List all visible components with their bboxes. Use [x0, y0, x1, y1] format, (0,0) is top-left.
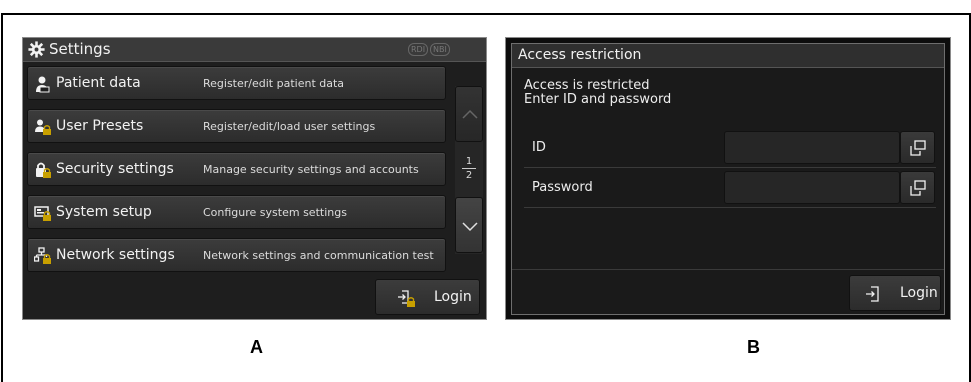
menu-item-description: Register/edit patient data	[203, 77, 345, 90]
page-divider	[462, 168, 476, 169]
password-field-row: Password	[524, 168, 936, 208]
scroll-up-button[interactable]	[455, 86, 483, 142]
menu-item-description: Register/edit/load user settings	[203, 120, 376, 133]
keyboard-popup-icon	[910, 180, 926, 196]
footer-divider	[512, 269, 944, 270]
menu-item-patient-data[interactable]: Patient data Register/edit patient data	[27, 66, 446, 100]
access-title: Access restriction	[518, 47, 642, 63]
current-page: 1	[465, 156, 473, 167]
settings-title: Settings	[49, 40, 111, 58]
menu-item-label: Patient data	[56, 75, 141, 91]
keyboard-popup-icon	[910, 140, 926, 156]
menu-item-description: Network settings and communication test	[203, 249, 434, 262]
access-title-bar: Access restriction	[512, 44, 944, 68]
login-label: Login	[900, 285, 938, 301]
menu-item-network-settings[interactable]: Network settings Network settings and co…	[27, 238, 446, 272]
access-restriction-panel: Access restriction Access is restricted …	[505, 37, 951, 320]
total-pages: 2	[465, 170, 473, 181]
gear-icon	[28, 41, 45, 58]
rdi-mode-badge: RDI	[408, 43, 429, 56]
settings-panel: Settings RDI NBI Patient data Register/e…	[22, 37, 487, 320]
id-input[interactable]	[724, 131, 900, 164]
page-indicator: 1 2	[455, 156, 483, 181]
settings-title-bar: Settings RDI NBI	[23, 38, 486, 62]
menu-item-security-settings[interactable]: Security settings Manage security settin…	[27, 152, 446, 186]
network-icon	[34, 247, 51, 264]
figure-caption-a: A	[250, 337, 263, 357]
password-label: Password	[532, 180, 593, 195]
access-restriction-dialog: Access restriction Access is restricted …	[511, 43, 945, 315]
chevron-up-icon	[462, 109, 478, 119]
menu-item-description: Configure system settings	[203, 206, 347, 219]
access-message-line1: Access is restricted	[524, 78, 650, 93]
login-icon	[866, 286, 879, 302]
system-setup-icon	[34, 206, 51, 221]
id-keyboard-button[interactable]	[900, 131, 935, 164]
patient-icon	[36, 76, 50, 93]
nbi-mode-badge: NBI	[430, 43, 450, 56]
menu-item-description: Manage security settings and accounts	[203, 163, 419, 176]
password-input[interactable]	[724, 171, 900, 204]
access-message-line2: Enter ID and password	[524, 92, 672, 107]
user-presets-icon	[35, 119, 51, 135]
id-field-row: ID	[524, 128, 936, 168]
login-locked-icon	[398, 290, 415, 307]
menu-item-label: System setup	[56, 204, 152, 220]
menu-item-system-setup[interactable]: System setup Configure system settings	[27, 195, 446, 229]
scroll-down-button[interactable]	[455, 197, 483, 253]
menu-item-user-presets[interactable]: User Presets Register/edit/load user set…	[27, 109, 446, 143]
security-lock-icon	[36, 162, 51, 178]
menu-item-label: Network settings	[56, 247, 175, 263]
password-keyboard-button[interactable]	[900, 171, 935, 204]
chevron-down-icon	[462, 222, 478, 232]
menu-item-label: Security settings	[56, 161, 174, 177]
menu-item-label: User Presets	[56, 118, 144, 134]
login-button[interactable]: Login	[375, 279, 480, 315]
login-label: Login	[434, 289, 472, 305]
login-button[interactable]: Login	[849, 275, 941, 311]
id-label: ID	[532, 140, 546, 155]
figure-caption-b: B	[747, 337, 760, 357]
